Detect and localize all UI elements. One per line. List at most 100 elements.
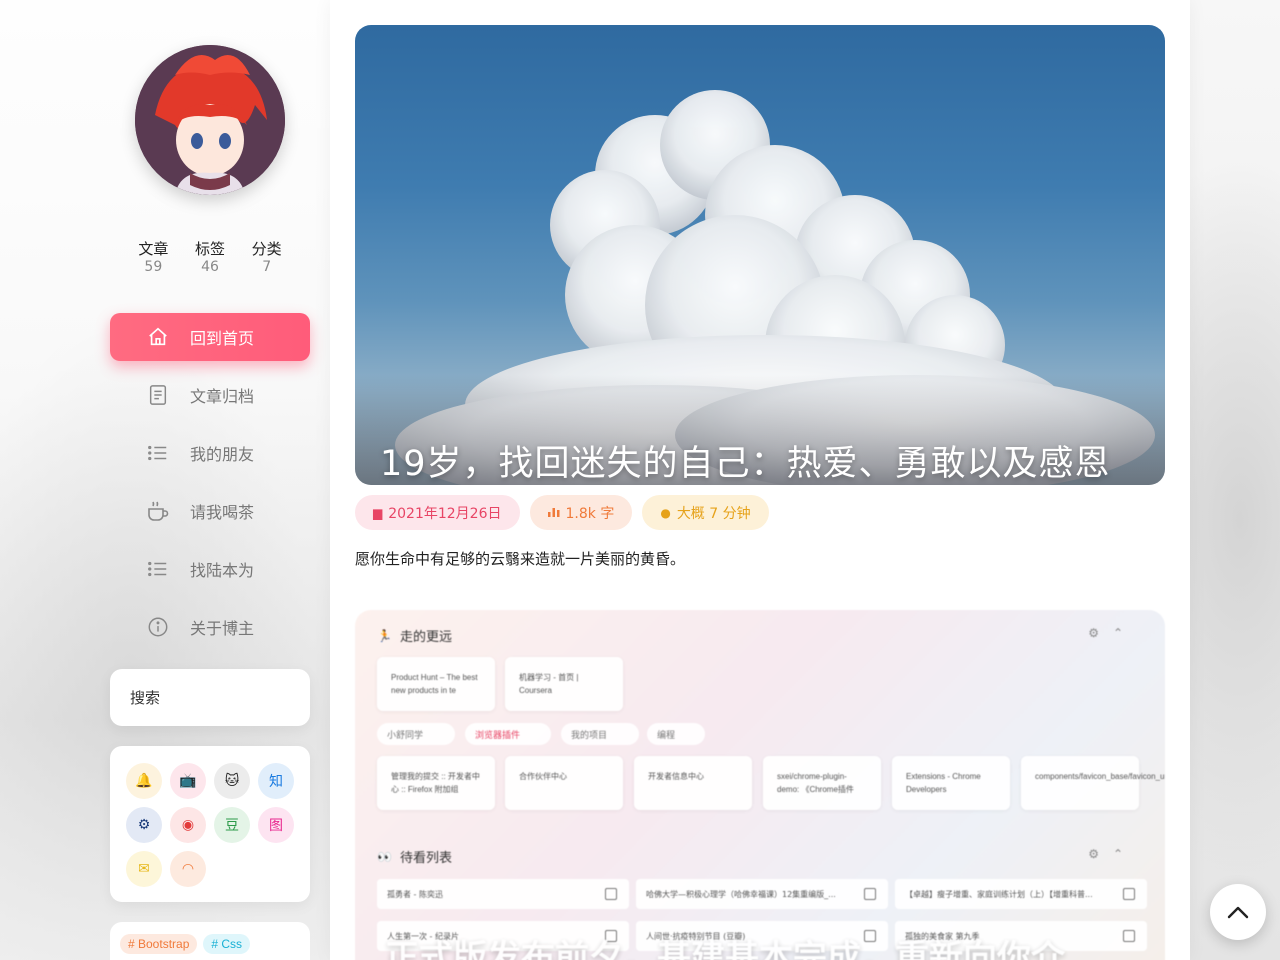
stat-tags[interactable]: 标签 46 — [182, 240, 239, 276]
avatar[interactable] — [135, 45, 285, 195]
section-header: 🏃 走的更远 — [377, 626, 452, 646]
post-date: 2021年12月26日 — [388, 505, 502, 522]
social-glyph: 知 — [269, 774, 283, 790]
word-count-badge: 1.8k 字 — [529, 495, 633, 530]
post-title[interactable]: 19岁，找回迷失的自己：热爱、勇敢以及感恩 — [380, 435, 1111, 485]
list-icon — [146, 557, 170, 581]
stat-label: 分类 — [251, 240, 282, 258]
qq-bell-icon[interactable]: 🔔 — [126, 763, 162, 799]
douban-icon[interactable]: 豆 — [214, 807, 250, 843]
bookmark-tile: 合作伙伴中心 — [505, 756, 623, 810]
stat-value: 7 — [262, 259, 272, 275]
info-icon — [146, 615, 170, 639]
social-glyph: 📺 — [179, 773, 197, 789]
social-glyph: ◉ — [181, 817, 195, 833]
read-time: 大概 7 分钟 — [676, 505, 751, 522]
nav-item-about[interactable]: 关于博主 — [110, 603, 310, 651]
social-links: 🔔 📺 🐱 知 ⚙ ◉ 豆 图 ✉ ◠ — [110, 746, 310, 902]
watch-item-label: 【卓越】瘦子增重、家庭训练计划（上）【增重科普... — [905, 889, 1093, 899]
folder-pill: 小舒同学 — [377, 723, 455, 745]
checkbox — [1123, 930, 1135, 942]
social-glyph: 图 — [269, 818, 283, 834]
word-count: 1.8k 字 — [565, 505, 615, 522]
post-cover-image[interactable]: 🏃 走的更远 ⚙︎⌃ Product Hunt – The best new p… — [355, 610, 1165, 960]
watch-item-label: 孤勇者 - 陈奕迅 — [387, 889, 443, 899]
nav-label: 找陆本为 — [190, 561, 255, 580]
stat-articles[interactable]: 文章 59 — [125, 240, 182, 276]
checkbox — [864, 888, 876, 900]
tag-cloud: # Bootstrap # Css — [110, 922, 310, 960]
bookmark-tile: 管理我的提交 :: 开发者中心 :: Firefox 附加组 — [377, 756, 495, 810]
chart-icon — [547, 506, 560, 520]
bookmark-tile: 机器学习 - 首页 | Coursera — [505, 657, 623, 711]
back-to-top-button[interactable] — [1210, 884, 1266, 940]
steam-icon[interactable]: ⚙ — [126, 807, 162, 843]
stat-value: 59 — [144, 259, 163, 275]
section-title: 走的更远 — [399, 630, 452, 645]
nav-item-find[interactable]: 找陆本为 — [110, 545, 310, 593]
watch-list-item: 【卓越】瘦子增重、家庭训练计划（上）【增重科普... — [895, 879, 1147, 909]
calendar-icon: ▆ — [373, 505, 383, 520]
post-excerpt: 愿你生命中有足够的云翳来造就一片美丽的黄昏。 — [355, 550, 686, 568]
read-time-badge: ● 大概 7 分钟 — [642, 495, 769, 530]
folder-pill: 我的项目 — [561, 723, 639, 745]
nav-label: 请我喝茶 — [190, 503, 255, 522]
checkbox — [605, 888, 617, 900]
stat-label: 标签 — [195, 240, 226, 258]
profile-stats: 文章 59 标签 46 分类 7 — [120, 240, 300, 276]
rss-icon[interactable]: ◠ — [170, 851, 206, 887]
social-glyph: ✉ — [138, 861, 150, 877]
social-glyph: ◠ — [181, 861, 195, 877]
clock-icon: ● — [660, 505, 671, 520]
chevron-up-icon — [1227, 906, 1249, 919]
social-glyph: ⚙ — [137, 817, 151, 833]
bookmark-tile: Product Hunt – The best new products in … — [377, 657, 495, 711]
search-input[interactable] — [130, 688, 290, 707]
runner-icon: 🏃 — [377, 628, 392, 643]
list-icon — [146, 441, 170, 465]
tag-bootstrap[interactable]: # Bootstrap — [120, 934, 198, 954]
tea-cup-icon — [146, 499, 170, 523]
stat-value: 46 — [201, 259, 219, 275]
post-cover-image[interactable]: 19岁，找回迷失的自己：热爱、勇敢以及感恩 — [355, 25, 1165, 485]
weibo-icon[interactable]: ◉ — [170, 807, 206, 843]
home-icon — [146, 325, 170, 349]
picture-icon[interactable]: 图 — [258, 807, 294, 843]
nav-item-donate[interactable]: 请我喝茶 — [110, 487, 310, 535]
bookmark-tile: components/favicon_base/favicon_url_pars — [1021, 756, 1165, 810]
nav-item-friends[interactable]: 我的朋友 — [110, 429, 310, 477]
stat-label: 文章 — [138, 240, 169, 258]
folder-pill: 浏览器插件 — [465, 723, 551, 745]
post-list: 19岁，找回迷失的自己：热爱、勇敢以及感恩 ▆ 2021年12月26日 1.8k… — [330, 0, 1190, 960]
watch-item-label: 哈佛大学—积极心理学（哈佛幸福课）12集重编版_... — [646, 889, 836, 899]
section-title: 待看列表 — [399, 851, 452, 866]
zhihu-icon[interactable]: 知 — [258, 763, 294, 799]
nav-label: 关于博主 — [190, 619, 255, 638]
post-date-badge: ▆ 2021年12月26日 — [355, 495, 520, 530]
sidebar: 文章 59 标签 46 分类 7 回到首页 文章归档 我的朋友 请我喝茶 找陆本… — [0, 0, 330, 960]
main-nav: 回到首页 文章归档 我的朋友 请我喝茶 找陆本为 关于博主 — [110, 313, 310, 661]
nav-label: 文章归档 — [190, 387, 255, 406]
bookmark-tile: sxei/chrome-plugin-demo: 《Chrome插件 — [763, 756, 881, 810]
ticket-icon[interactable]: ✉ — [126, 851, 162, 887]
nav-item-archive[interactable]: 文章归档 — [110, 371, 310, 419]
archive-icon — [146, 383, 170, 407]
github-icon[interactable]: 🐱 — [214, 763, 250, 799]
bilibili-icon[interactable]: 📺 — [170, 763, 206, 799]
section-controls: ⚙︎⌃ — [1088, 847, 1137, 861]
bookmark-tile: 开发者信息中心 — [634, 756, 752, 810]
watch-list-item: 哈佛大学—积极心理学（哈佛幸福课）12集重编版_... — [636, 879, 888, 909]
section-controls: ⚙︎⌃ — [1088, 626, 1137, 640]
section-header: 👀 待看列表 — [377, 847, 452, 867]
bookmark-tile: Extensions - Chrome Developers — [892, 756, 1010, 810]
stat-categories[interactable]: 分类 7 — [238, 240, 295, 276]
post-title[interactable]: 正式版发布前夕，基建基本完成，重新向你介 — [385, 930, 1065, 960]
nav-item-home[interactable]: 回到首页 — [110, 313, 310, 361]
avatar-illustration — [135, 45, 285, 195]
tag-css[interactable]: # Css — [203, 934, 251, 954]
social-glyph: 🐱 — [224, 773, 240, 789]
eyes-icon: 👀 — [377, 849, 392, 864]
social-glyph: 豆 — [225, 818, 239, 834]
search-box[interactable] — [110, 669, 310, 726]
folder-pill: 编程 — [647, 723, 705, 745]
